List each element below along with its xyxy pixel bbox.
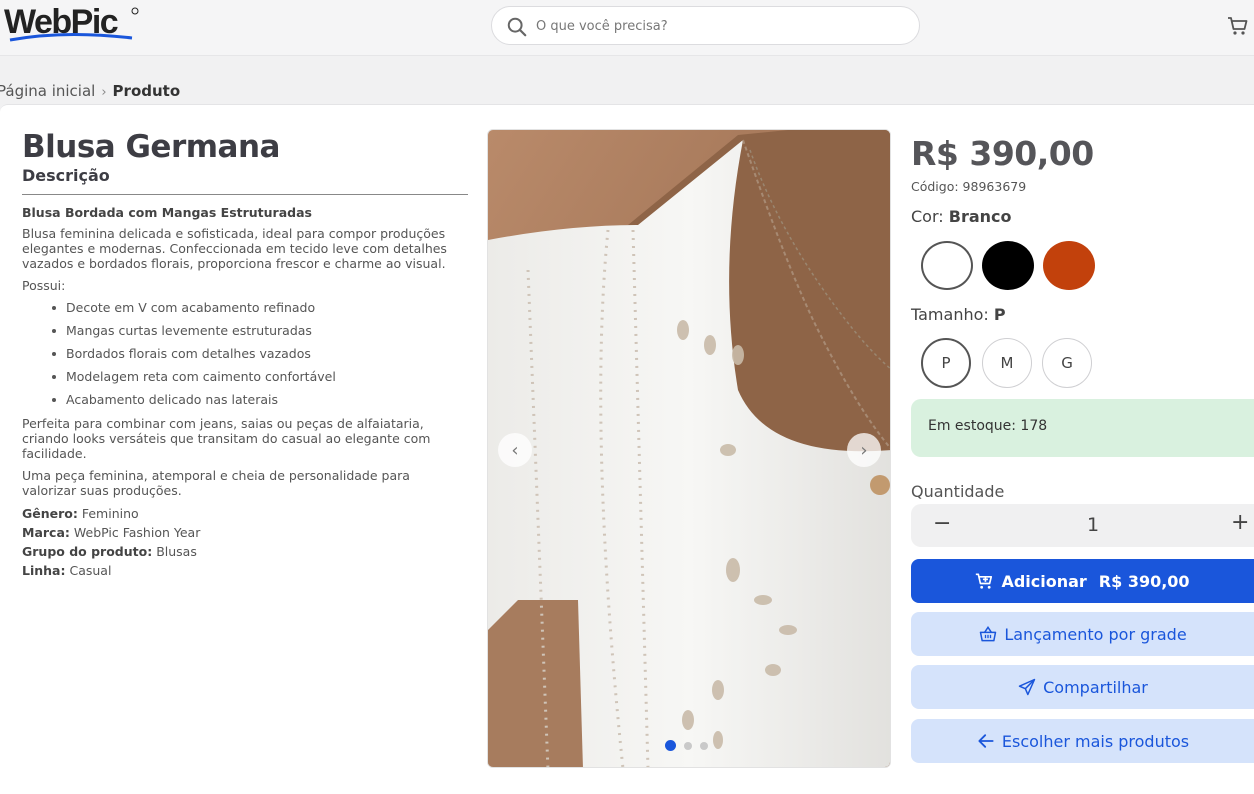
attribute-gender: Gênero: Feminino xyxy=(22,504,468,523)
chevron-right-icon: › xyxy=(860,439,868,461)
send-icon xyxy=(1018,678,1036,696)
quantity-increase-button[interactable]: + xyxy=(1231,510,1249,535)
description-label: Descrição xyxy=(22,165,468,195)
size-button-m[interactable]: M xyxy=(982,338,1032,388)
cart-plus-icon xyxy=(976,573,993,589)
description-intro: Blusa feminina delicada e sofisticada, i… xyxy=(22,226,447,271)
cart-icon[interactable] xyxy=(1226,14,1250,38)
description-column: Blusa Germana Descrição Blusa Bordada co… xyxy=(22,129,468,580)
size-button-g[interactable]: G xyxy=(1042,338,1092,388)
attribute-label: Linha: xyxy=(22,563,66,578)
carousel-dot[interactable] xyxy=(684,741,692,750)
size-selected: P xyxy=(993,305,1006,324)
search-icon xyxy=(507,17,527,37)
list-item: Acabamento delicado nas laterais xyxy=(52,388,468,411)
quantity-decrease-button[interactable]: − xyxy=(933,511,951,536)
list-item: Bordados florais com detalhes vazados xyxy=(52,342,468,365)
share-button[interactable]: Compartilhar xyxy=(911,665,1254,709)
attribute-label: Grupo do produto: xyxy=(22,544,153,559)
carousel-dot[interactable] xyxy=(665,740,676,751)
attributes-list: Gênero: Feminino Marca: WebPic Fashion Y… xyxy=(22,504,468,580)
stock-status: Em estoque: 178 xyxy=(911,399,1254,457)
attribute-label: Gênero: xyxy=(22,506,78,521)
search-input[interactable] xyxy=(536,15,896,37)
description-heading: Blusa Bordada com Mangas Estruturadas xyxy=(22,205,312,220)
carousel-prev-button[interactable]: ‹ xyxy=(498,433,532,467)
breadcrumb-separator: › xyxy=(101,85,107,100)
size-label-row: Tamanho: P xyxy=(911,305,1006,324)
attribute-value: Blusas xyxy=(156,544,197,559)
grid-launch-button[interactable]: Lançamento por grade xyxy=(911,612,1254,656)
attribute-value: Casual xyxy=(69,563,112,578)
product-code: Código: 98963679 xyxy=(911,179,1027,194)
product-image-carousel[interactable]: ‹ › xyxy=(487,129,891,768)
add-to-cart-button[interactable]: Adicionar R$ 390,00 xyxy=(911,559,1254,603)
product-photo xyxy=(488,130,890,767)
quantity-value[interactable]: 1 xyxy=(1087,514,1099,536)
attribute-label: Marca: xyxy=(22,525,70,540)
webpic-logo[interactable]: WebPic xyxy=(4,2,144,46)
search-bar[interactable] xyxy=(491,6,920,45)
list-item: Decote em V com acabamento refinado xyxy=(52,296,468,319)
carousel-next-button[interactable]: › xyxy=(847,433,881,467)
description-paragraph: Uma peça feminina, atemporal e cheia de … xyxy=(22,468,410,498)
quantity-stepper: − 1 + xyxy=(911,504,1254,547)
list-item: Modelagem reta com caimento confortável xyxy=(52,365,468,388)
share-label: Compartilhar xyxy=(1043,677,1148,697)
size-label: Tamanho: xyxy=(911,305,989,324)
attribute-value: WebPic Fashion Year xyxy=(73,525,201,540)
attribute-value: Feminino xyxy=(81,506,139,521)
features-label: Possui: xyxy=(22,278,66,293)
description-paragraph: Perfeita para combinar com jeans, saias … xyxy=(22,416,431,461)
breadcrumb-current: Produto xyxy=(112,82,181,100)
breadcrumb-home-link[interactable]: Página inicial xyxy=(0,82,95,100)
breadcrumb: Página inicial › Produto xyxy=(0,82,180,100)
color-swatch-preto[interactable] xyxy=(982,241,1034,290)
product-price: R$ 390,00 xyxy=(911,134,1094,173)
add-to-cart-label: Adicionar xyxy=(1001,571,1087,591)
color-swatch-laranja[interactable] xyxy=(1043,241,1095,290)
choose-more-label: Escolher mais produtos xyxy=(1001,731,1190,751)
product-title: Blusa Germana xyxy=(22,129,280,165)
size-button-p[interactable]: P xyxy=(921,338,971,388)
attribute-line: Linha: Casual xyxy=(22,561,468,580)
color-label: Cor: xyxy=(911,207,944,226)
color-selected: Branco xyxy=(948,207,1012,226)
arrow-left-icon xyxy=(978,734,994,748)
carousel-dot[interactable] xyxy=(700,741,708,750)
color-swatch-branco[interactable] xyxy=(921,241,973,290)
color-label-row: Cor: Branco xyxy=(911,207,1012,226)
chevron-left-icon: ‹ xyxy=(511,439,519,461)
features-list: Decote em V com acabamento refinado Mang… xyxy=(22,296,468,411)
choose-more-button[interactable]: Escolher mais produtos xyxy=(911,719,1254,763)
grid-launch-label: Lançamento por grade xyxy=(1004,624,1187,644)
attribute-group: Grupo do produto: Blusas xyxy=(22,542,468,561)
header: WebPic xyxy=(0,0,1254,56)
carousel-dots xyxy=(665,740,708,751)
list-item: Mangas curtas levemente estruturadas xyxy=(52,319,468,342)
add-to-cart-price: R$ 390,00 xyxy=(1098,571,1190,591)
basket-icon xyxy=(980,625,997,642)
attribute-brand: Marca: WebPic Fashion Year xyxy=(22,523,468,542)
quantity-label: Quantidade xyxy=(911,482,1005,501)
